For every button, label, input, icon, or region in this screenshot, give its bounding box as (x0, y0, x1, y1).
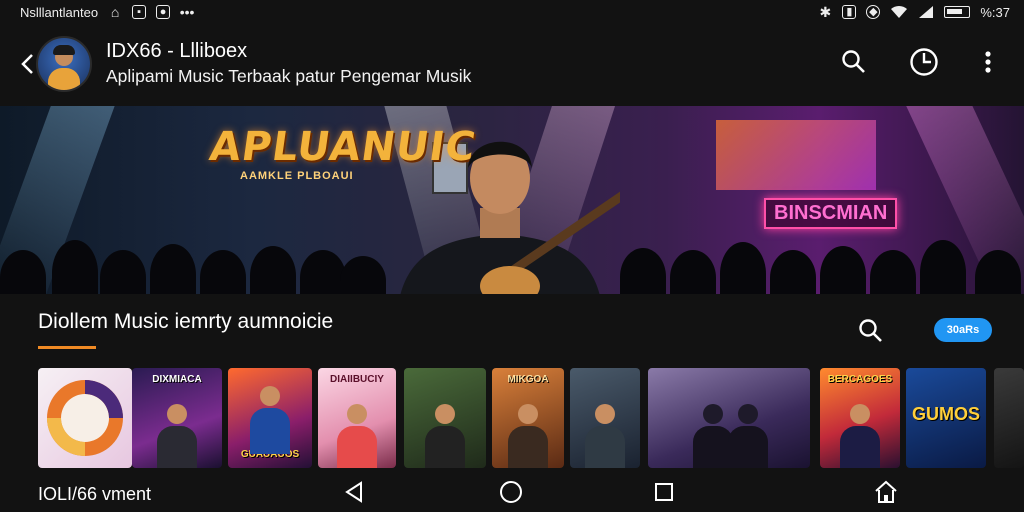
bluetooth-icon: ✱ (819, 4, 832, 20)
section-header: Diollem Music iemrty aumnoicie 30aRs (0, 296, 1024, 360)
stage-led-wall (716, 120, 876, 190)
thumbnail-tile[interactable] (404, 368, 486, 468)
data-icon: ◆ (866, 5, 881, 19)
search-icon[interactable] (838, 46, 870, 78)
carrier-name: Nslllantlanteo (20, 4, 99, 20)
tile-title: MIKGOA (507, 374, 549, 385)
status-right: ✱ ▮ ◆ %:37 (818, 5, 1010, 20)
sim-icon: ▮ (842, 5, 857, 19)
tile-title: BERCAGOES (827, 374, 893, 385)
nav-back-icon[interactable] (340, 478, 368, 506)
status-left: Nslllantlanteo ⌂ ▪ ● ••• (20, 5, 194, 20)
crowd-silhouette (0, 224, 1024, 294)
thumbnail-tile[interactable]: MIKGOA (492, 368, 564, 468)
more-vert-icon[interactable] (972, 46, 1004, 78)
signal-icon (919, 6, 934, 18)
channel-avatar[interactable] (36, 36, 92, 92)
thumbnail-tile[interactable] (994, 368, 1024, 468)
home-icon: ⌂ (110, 4, 120, 20)
status-time: %:37 (980, 4, 1010, 20)
thumbnail-tile[interactable] (648, 368, 810, 468)
hero-banner[interactable]: APLUANUIC AAMKLE PLBOAUI BINSCMIAN (0, 106, 1024, 294)
app-title: IDX66 - Llliboex (106, 40, 248, 62)
app-icon: ● (156, 5, 171, 19)
tile-title: DIAIIBUCIY (330, 374, 384, 385)
dots-icon: ••• (179, 4, 195, 20)
thumbnail-rail: DIXMIACA GUAUAUOS DIAIIBUCIY MIKGOA BERC… (0, 366, 1024, 470)
history-icon[interactable] (908, 46, 940, 78)
section-chip[interactable]: 30aRs (934, 318, 992, 342)
tile-title: DIXMIACA (152, 374, 202, 385)
thumbnail-tile[interactable]: DIXMIACA (132, 368, 222, 468)
thumbnail-tile[interactable]: GUMOS (906, 368, 986, 468)
tile-title: GUMOS (911, 404, 980, 424)
banner-logo-subtext: AAMKLE PLBOAUI (240, 170, 354, 182)
navigation-bar: IOLI/66 vment (0, 470, 1024, 512)
section-title-underline (38, 346, 96, 349)
wifi-icon (891, 5, 908, 18)
section-title: Diollem Music iemrty aumnoicie (38, 310, 334, 333)
search-icon[interactable] (856, 316, 886, 346)
status-bar: Nslllantlanteo ⌂ ▪ ● ••• ✱ ▮ ◆ %:37 (0, 0, 1024, 24)
disc-logo-icon (47, 380, 123, 456)
house-icon[interactable] (872, 478, 900, 506)
thumbnail-tile[interactable]: BERCAGOES (820, 368, 900, 468)
nav-recents-icon[interactable] (650, 478, 678, 506)
thumbnail-tile[interactable] (38, 368, 132, 468)
nav-home-icon[interactable] (497, 478, 525, 506)
app-bar: IDX66 - Llliboex Aplipami Music Terbaak … (0, 28, 1024, 104)
thumbnail-tile[interactable] (570, 368, 640, 468)
nav-bar-text: IOLI/66 vment (38, 484, 152, 504)
thumbnail-tile[interactable]: GUAUAUOS (228, 368, 312, 468)
app-subtitle: Aplipami Music Terbaak patur Pengemar Mu… (106, 66, 472, 86)
thumbnail-tile[interactable]: DIAIIBUCIY (318, 368, 396, 468)
battery-icon (944, 6, 971, 18)
photo-icon: ▪ (132, 5, 147, 19)
